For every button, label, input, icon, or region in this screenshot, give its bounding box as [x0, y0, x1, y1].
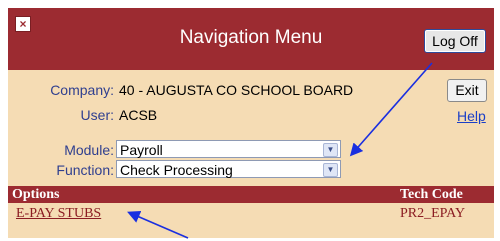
arrow-to-log-off — [349, 62, 433, 157]
annotation-arrows — [127, 62, 433, 239]
arrow-to-e-pay-stubs — [127, 210, 189, 239]
